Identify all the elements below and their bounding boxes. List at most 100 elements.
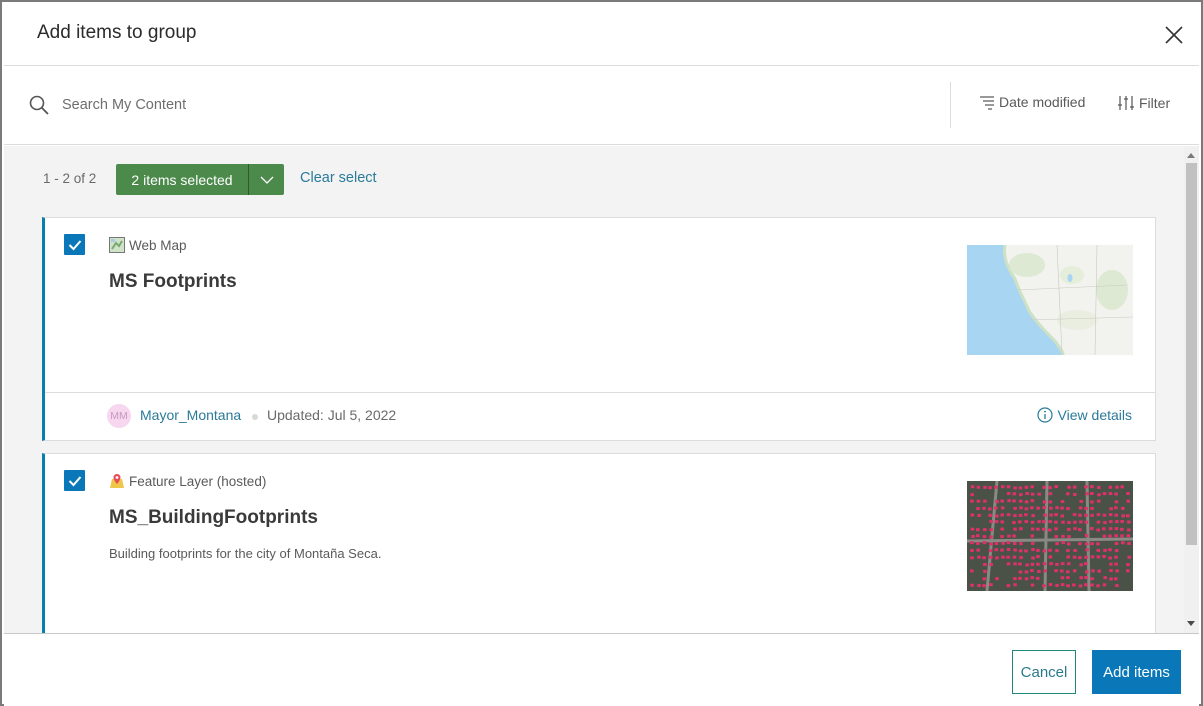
search-input[interactable] <box>62 92 562 118</box>
building-footprint <box>1109 577 1113 581</box>
separator-dot <box>252 414 258 420</box>
building-footprint <box>977 513 981 517</box>
building-footprint <box>1001 555 1005 559</box>
item-description: Building footprints for the city of Mont… <box>109 546 382 561</box>
building-footprint <box>970 569 974 573</box>
building-footprint <box>1079 499 1083 503</box>
building-footprint <box>1102 527 1106 531</box>
item-title[interactable]: MS_BuildingFootprints <box>109 507 318 529</box>
building-footprint <box>1000 513 1005 517</box>
building-footprint <box>982 577 987 581</box>
building-footprint <box>1030 576 1035 580</box>
building-footprint <box>1019 493 1023 497</box>
building-footprint <box>1079 520 1083 524</box>
building-footprint <box>1000 520 1005 524</box>
building-footprint <box>1037 569 1041 573</box>
building-footprint <box>1031 556 1035 560</box>
building-footprint <box>1042 527 1046 531</box>
selection-menu-button[interactable] <box>249 164 284 195</box>
building-footprint <box>1078 506 1083 510</box>
building-footprint <box>1025 492 1029 496</box>
building-footprint <box>1042 506 1046 510</box>
building-footprint <box>1012 541 1017 545</box>
building-footprint <box>1103 521 1107 525</box>
building-footprint <box>1006 555 1010 559</box>
building-footprint <box>1084 520 1089 524</box>
building-footprint <box>1030 562 1035 566</box>
scroll-down-arrow[interactable] <box>1187 621 1195 626</box>
building-footprint <box>1096 513 1101 517</box>
divider <box>950 82 951 128</box>
items-selected-button[interactable]: 2 items selected <box>116 164 249 195</box>
building-footprint <box>1018 562 1022 566</box>
item-checkbox[interactable] <box>64 470 85 491</box>
building-footprint <box>1073 527 1077 531</box>
building-footprint <box>1072 485 1077 489</box>
owner-link[interactable]: Mayor_Montana <box>140 407 241 423</box>
building-footprint <box>1109 507 1113 511</box>
item-meta: MM Mayor_Montana Updated: Jul 5, 2022 Vi… <box>45 392 1155 440</box>
building-footprint <box>994 506 998 510</box>
building-footprint <box>1030 541 1035 545</box>
building-footprint <box>1121 541 1125 545</box>
sort-lines-icon <box>980 96 994 110</box>
building-footprint <box>1120 527 1124 531</box>
building-footprint <box>1114 492 1118 496</box>
building-footprint <box>1108 534 1112 538</box>
building-footprint <box>1013 486 1017 490</box>
building-footprint <box>1018 570 1023 574</box>
building-footprint <box>983 528 987 532</box>
scroll-up-arrow[interactable] <box>1187 153 1195 158</box>
building-footprint <box>1090 500 1094 504</box>
item-title[interactable]: MS Footprints <box>109 271 237 293</box>
close-button[interactable] <box>1163 24 1185 46</box>
building-footprint <box>1000 506 1005 510</box>
building-footprint <box>1066 570 1070 574</box>
cancel-button[interactable]: Cancel <box>1012 650 1076 694</box>
building-footprint <box>1006 492 1011 496</box>
building-footprint <box>1090 577 1094 581</box>
building-footprint <box>989 555 993 559</box>
filter-button[interactable]: Filter <box>1117 94 1170 112</box>
building-footprint <box>1090 542 1094 546</box>
building-footprint <box>1096 555 1101 559</box>
building-footprint <box>1054 527 1058 531</box>
building-footprint <box>970 499 974 503</box>
building-footprint <box>976 534 980 538</box>
clear-selection-link[interactable]: Clear select <box>300 170 377 186</box>
building-footprint <box>970 583 974 587</box>
sort-button[interactable]: Date modified <box>978 94 1085 110</box>
building-footprint <box>1078 556 1082 560</box>
building-footprint <box>1061 534 1065 538</box>
building-footprint <box>1048 486 1052 490</box>
building-footprint <box>1072 513 1077 517</box>
building-footprint <box>1114 562 1118 566</box>
building-footprint <box>1061 541 1065 545</box>
building-footprint <box>970 485 975 489</box>
building-footprint <box>1013 548 1017 552</box>
building-footprint <box>976 507 980 511</box>
building-footprint <box>1126 563 1130 567</box>
building-footprint <box>1078 584 1083 588</box>
item-checkbox[interactable] <box>64 234 85 255</box>
building-footprint <box>977 555 981 559</box>
item-card[interactable]: Feature Layer (hosted) MS_BuildingFootpr… <box>42 453 1156 633</box>
building-footprints-imagery-thumbnail <box>967 481 1133 591</box>
building-footprint <box>1019 527 1023 531</box>
building-footprint <box>1115 569 1119 573</box>
add-items-button[interactable]: Add items <box>1092 650 1181 694</box>
building-footprint <box>1109 520 1113 524</box>
building-footprint <box>1054 520 1058 524</box>
building-footprint <box>1084 507 1088 511</box>
building-footprint <box>1096 528 1100 532</box>
building-footprint <box>1120 520 1124 524</box>
item-card[interactable]: Web Map MS Footprints MM Mayor_Montana U… <box>42 217 1156 441</box>
building-footprint <box>1031 514 1035 518</box>
scroll-thumb[interactable] <box>1186 163 1197 545</box>
scrollbar[interactable] <box>1184 146 1199 633</box>
building-footprint <box>989 563 993 567</box>
building-footprint <box>1084 534 1089 538</box>
building-footprint <box>1096 520 1101 524</box>
view-details-link[interactable]: View details <box>1036 407 1132 423</box>
building-footprint <box>982 535 987 539</box>
